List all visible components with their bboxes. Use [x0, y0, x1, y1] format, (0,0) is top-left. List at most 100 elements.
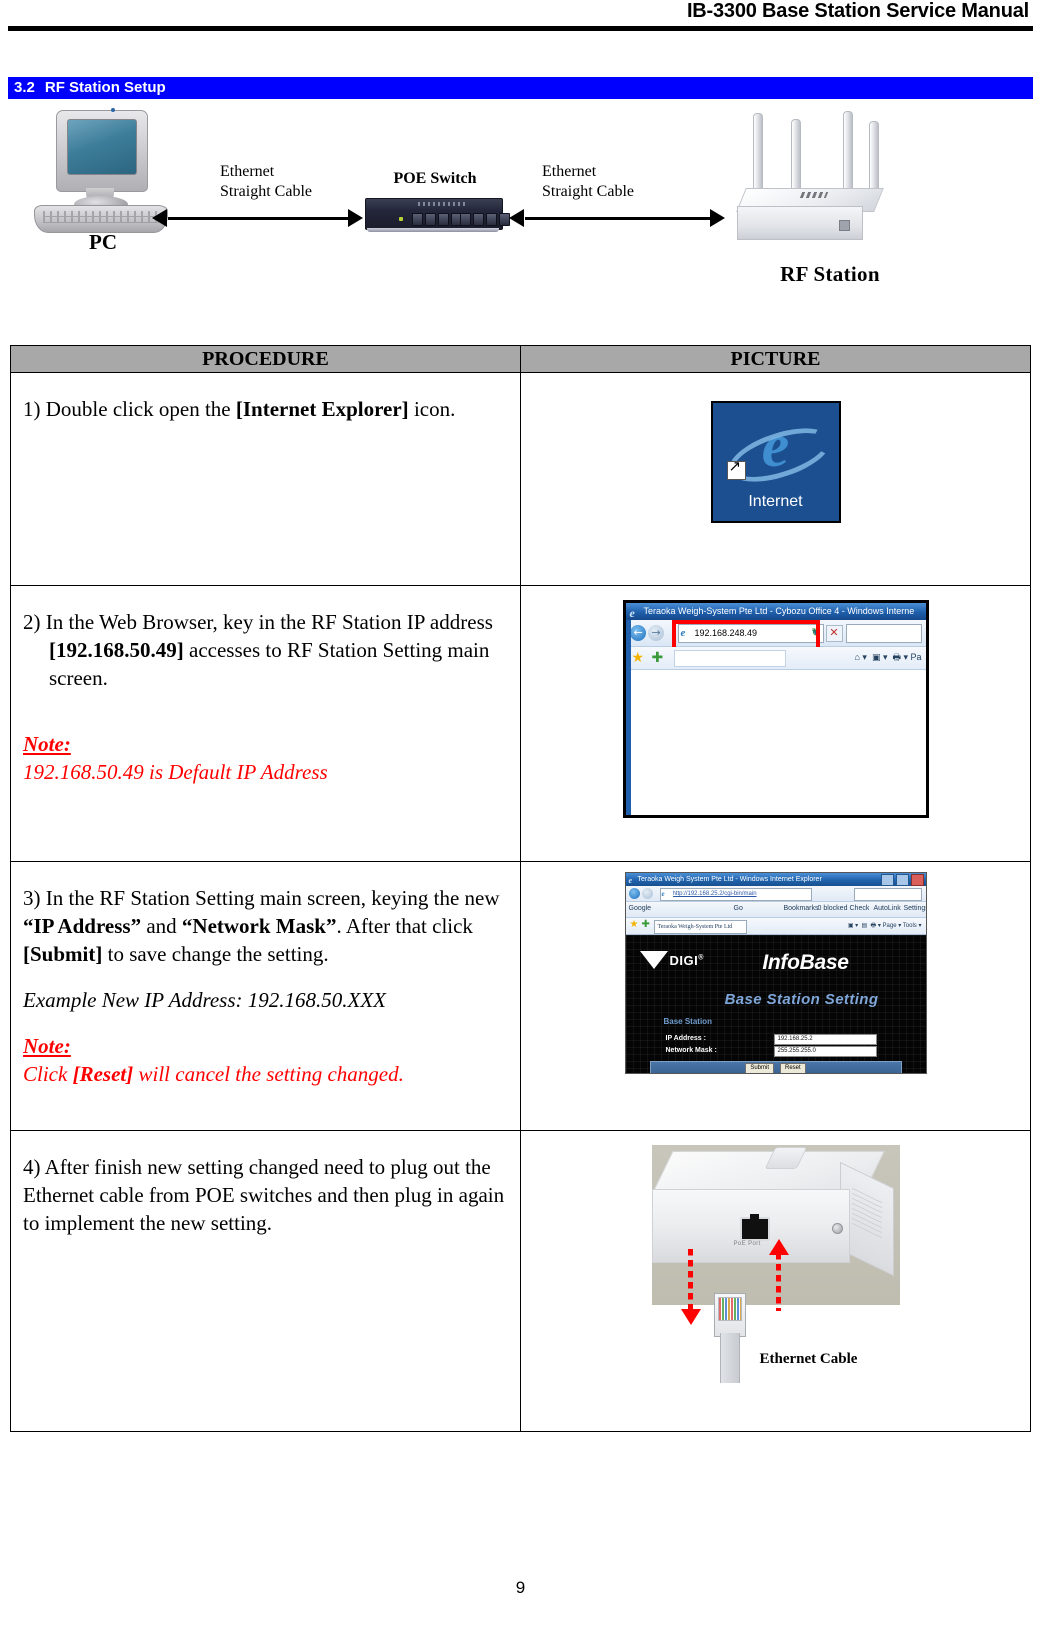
browser2-navigation-bar: e http://192.168.25.2/cgi-bin/main: [625, 886, 926, 902]
cable-label-right: Ethernet Straight Cable: [542, 163, 634, 200]
command-item-page[interactable]: Page: [883, 923, 897, 929]
plug-in-arrow-line: [775, 1253, 781, 1311]
toolbar-item-settings[interactable]: Settings: [904, 905, 926, 912]
browser-favorites-bar: ★ ✚ ⌂ ▾ ▣ ▾ 🖶 ▾ Pa: [625, 647, 926, 670]
manual-title: IB-3300 Base Station Service Manual: [686, 0, 1029, 22]
poe-switch-label: POE Switch: [393, 170, 477, 187]
stop-icon[interactable]: ✕: [825, 625, 843, 642]
network-topology-diagram: PC Ethernet Straight Cable POE Switch Et…: [0, 100, 1041, 315]
browser-navigation-bar: ← → e 192.168.248.49 ↻ ✕: [625, 620, 926, 654]
poe-switch-body: [365, 198, 510, 230]
internet-explorer-icon[interactable]: e Internet: [710, 401, 841, 523]
step-4-text: 4) After finish new setting changed need…: [11, 1131, 520, 1247]
antenna-icon: [869, 121, 879, 193]
pc-illustration: PC: [30, 108, 170, 254]
favorites-star-icon[interactable]: ★: [632, 650, 645, 666]
toolbar-item-autolink[interactable]: AutoLink: [874, 905, 901, 912]
ethernet-cable-jacket: [719, 1333, 740, 1383]
shortcut-arrow-icon: [726, 457, 746, 480]
antenna-icon: [753, 113, 763, 193]
favorites-blank-area: [673, 650, 786, 667]
browser-left-edge: [625, 620, 631, 815]
arrow-head-right-east: [710, 209, 725, 227]
rj45-port: [412, 213, 423, 226]
browser2-title-bar: e Teraoka Weigh System Pte Ltd - Windows…: [625, 873, 926, 886]
search-box[interactable]: [845, 624, 922, 643]
browser-title-text: Teraoka Weigh-System Pte Ltd - Cybozu Of…: [643, 606, 915, 616]
column-header-procedure: PROCEDURE: [10, 345, 521, 373]
forward-button[interactable]: [641, 888, 653, 899]
reset-button[interactable]: Reset: [780, 1063, 806, 1073]
poe-switch-port-group-2: [460, 213, 510, 226]
cable-label-left: Ethernet Straight Cable: [220, 163, 312, 200]
back-button[interactable]: ←: [629, 625, 646, 641]
browser-screenshot-step-2: e Teraoka Weigh-System Pte Ltd - Cybozu …: [622, 600, 929, 818]
antenna-icon: [791, 119, 801, 193]
poe-switch-brand-mark: [418, 202, 466, 206]
favorites-star-icon[interactable]: ★: [630, 919, 639, 930]
browser2-tab-bar: ★ ✚ Teraoka Weigh-System Pte Ltd ▣ ▾ ▤ 🖶…: [625, 918, 926, 935]
pc-label: PC: [89, 230, 117, 254]
step-2-note-heading: Note:: [23, 732, 71, 756]
ip-address-input[interactable]: 192.168.25.2: [773, 1034, 877, 1045]
window-controls[interactable]: [880, 874, 924, 886]
step-2-note-body: 192.168.50.49 is Default IP Address: [23, 760, 328, 784]
rj45-port: [460, 213, 471, 226]
network-mask-input[interactable]: 255.255.255.0: [773, 1046, 877, 1057]
ie-icon-caption: Internet: [748, 493, 803, 510]
poe-switch-led: [399, 217, 403, 221]
base-station-setting-heading: Base Station Setting: [724, 991, 879, 1008]
step-3-note-heading: Note:: [23, 1034, 71, 1058]
close-button[interactable]: [910, 874, 924, 886]
infobase-page: DIGI® InfoBase Base Station Setting Base…: [625, 935, 926, 1073]
step-4-body: After finish new setting changed need to…: [23, 1155, 505, 1235]
step-3-note-reset: [Reset]: [72, 1062, 134, 1086]
picture-cell-step-4: PoE Port Ethernet Cable: [520, 1130, 1031, 1432]
search-box[interactable]: [853, 888, 922, 901]
command-item-tools[interactable]: Tools: [903, 923, 917, 929]
toolbar-item-go[interactable]: Go: [734, 905, 743, 912]
procedure-cell-step-2: 2) In the Web Browser, key in the RF Sta…: [10, 585, 521, 862]
add-favorite-icon[interactable]: ✚: [642, 919, 650, 930]
add-favorite-icon[interactable]: ✚: [652, 650, 664, 666]
arrow-head-left-east: [348, 209, 363, 227]
step-1-text: 1) Double click open the [Internet Explo…: [11, 373, 520, 433]
arrow-head-right-west: [509, 209, 524, 227]
toolbar-item-bookmarks[interactable]: Bookmarks: [784, 905, 819, 912]
step-2-text: 2) In the Web Browser, key in the RF Sta…: [11, 586, 520, 796]
poe-port-label: PoE Port: [733, 1241, 761, 1247]
browser-page-canvas: [625, 670, 926, 810]
step-3-line1: In the RF Station Setting main screen, k…: [45, 886, 500, 910]
forward-button[interactable]: →: [647, 625, 664, 641]
maximize-button[interactable]: [895, 874, 909, 886]
command-bar: ▣ ▾ ▤ 🖶 ▾ Page ▾ Tools ▾: [847, 923, 922, 929]
section-heading-bar: 3.2 RF Station Setup: [8, 77, 1033, 99]
step-2-ip-bold: [192.168.50.49]: [49, 638, 184, 662]
ethernet-cable-label: Ethernet Cable: [759, 1351, 858, 1367]
toolbar-item-blocked[interactable]: 0 blocked: [818, 905, 848, 912]
rj45-port: [425, 213, 436, 226]
table-header-row: PROCEDURE PICTURE: [10, 345, 1031, 373]
browser-tab[interactable]: Teraoka Weigh-System Pte Ltd: [653, 920, 748, 934]
google-toolbar: Google Go Bookmarks 0 blocked Check Auto…: [625, 902, 926, 918]
google-toolbar-logo: Google: [628, 905, 652, 912]
submit-button[interactable]: Submit: [745, 1063, 774, 1073]
back-button[interactable]: [628, 888, 640, 899]
step-1-text-before: Double click open the: [45, 397, 236, 421]
address-bar[interactable]: e http://192.168.25.2/cgi-bin/main: [659, 888, 812, 901]
poe-switch-illustration: POE Switch: [365, 170, 510, 238]
procedure-cell-step-3: 3) In the RF Station Setting main screen…: [10, 861, 521, 1131]
infobase-screenshot: e Teraoka Weigh System Pte Ltd - Windows…: [624, 872, 927, 1074]
minimize-button[interactable]: [880, 874, 894, 886]
step-1-text-after: icon.: [408, 397, 456, 421]
page-number: 9: [515, 1578, 526, 1597]
rf-station-logo: [799, 192, 829, 198]
toolbar-item-check[interactable]: Check: [850, 905, 870, 912]
procedure-cell-step-4: 4) After finish new setting changed need…: [10, 1130, 521, 1432]
poe-switch-base: [367, 228, 499, 232]
step-3-number: 3): [23, 886, 41, 910]
unplug-arrow-head: [680, 1309, 701, 1325]
table-row: 4) After finish new setting changed need…: [10, 1130, 1031, 1432]
rj45-connector-pins: [717, 1297, 742, 1321]
